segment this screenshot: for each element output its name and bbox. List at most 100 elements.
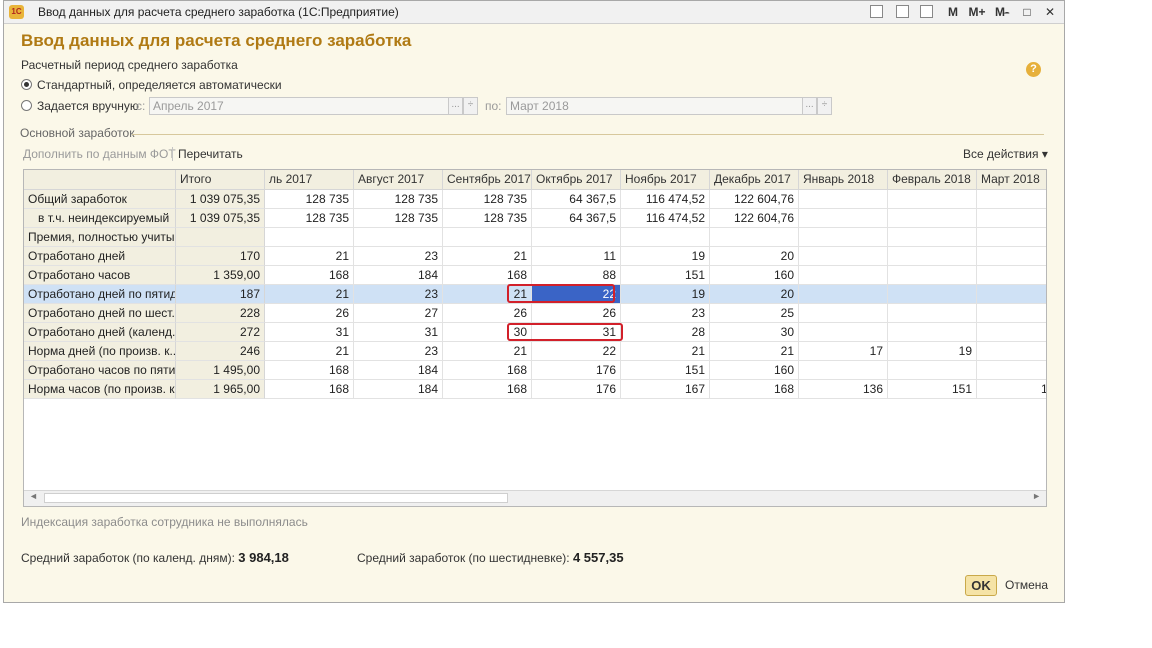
table-cell[interactable]: 167: [621, 380, 710, 399]
table-cell[interactable]: 28: [621, 323, 710, 342]
table-cell[interactable]: [799, 266, 888, 285]
fill-fot-link[interactable]: Дополнить по данным ФОТ: [23, 147, 176, 161]
table-cell[interactable]: 184: [354, 361, 443, 380]
table-cell[interactable]: 168: [443, 361, 532, 380]
table-cell[interactable]: 19: [888, 342, 977, 361]
row-label[interactable]: Отработано часов: [24, 266, 176, 285]
column-header[interactable]: Декабрь 2017: [710, 170, 799, 190]
table-cell[interactable]: 168: [443, 380, 532, 399]
recalc-link[interactable]: Перечитать: [178, 147, 243, 161]
table-cell[interactable]: [799, 190, 888, 209]
table-cell[interactable]: 184: [354, 266, 443, 285]
scroll-thumb[interactable]: [44, 493, 508, 503]
table-cell[interactable]: [443, 228, 532, 247]
column-header-total[interactable]: Итого: [176, 170, 265, 190]
table-cell[interactable]: 176: [532, 380, 621, 399]
table-cell[interactable]: [977, 209, 1046, 228]
table-cell[interactable]: [888, 323, 977, 342]
row-total[interactable]: 1 039 075,35: [176, 190, 265, 209]
favorites-star-icon[interactable]: [870, 5, 883, 18]
row-total[interactable]: 1 039 075,35: [176, 209, 265, 228]
table-cell[interactable]: [888, 209, 977, 228]
table-cell[interactable]: 27: [354, 304, 443, 323]
table-cell[interactable]: 184: [354, 380, 443, 399]
ok-button[interactable]: OK: [965, 575, 997, 596]
maximize-button[interactable]: □: [1019, 3, 1035, 21]
table-cell[interactable]: 116 474,52: [621, 190, 710, 209]
table-cell[interactable]: [888, 228, 977, 247]
table-cell[interactable]: [888, 190, 977, 209]
table-cell[interactable]: 23: [354, 285, 443, 304]
table-cell[interactable]: [977, 266, 1046, 285]
table-cell[interactable]: 128 735: [443, 190, 532, 209]
table-cell[interactable]: 21: [621, 342, 710, 361]
help-icon[interactable]: ?: [1026, 62, 1041, 77]
column-header[interactable]: Октябрь 2017: [532, 170, 621, 190]
table-cell[interactable]: 116 474,52: [621, 209, 710, 228]
table-cell[interactable]: [799, 247, 888, 266]
table-cell[interactable]: 31: [354, 323, 443, 342]
table-cell[interactable]: [888, 266, 977, 285]
from-picker-button[interactable]: ...: [448, 97, 463, 115]
table-cell[interactable]: [888, 361, 977, 380]
minimize-button[interactable]: –: [998, 3, 1014, 21]
scroll-right-icon[interactable]: ►: [1032, 491, 1041, 501]
table-cell[interactable]: 128 735: [443, 209, 532, 228]
table-cell[interactable]: 21: [265, 247, 354, 266]
row-label[interactable]: Отработано дней: [24, 247, 176, 266]
table-cell[interactable]: 19: [621, 285, 710, 304]
row-label[interactable]: Отработано часов по пяти...: [24, 361, 176, 380]
table-cell[interactable]: 151: [888, 380, 977, 399]
table-cell[interactable]: 21: [443, 247, 532, 266]
table-cell[interactable]: [532, 228, 621, 247]
table-cell[interactable]: 151: [621, 266, 710, 285]
table-cell[interactable]: 17: [799, 342, 888, 361]
column-header[interactable]: Ноябрь 2017: [621, 170, 710, 190]
cancel-button[interactable]: Отмена: [1005, 578, 1048, 592]
table-cell[interactable]: [977, 323, 1046, 342]
row-label[interactable]: Премия, полностью учиты...: [24, 228, 176, 247]
row-label[interactable]: Отработано дней по пятид...: [24, 285, 176, 304]
table-cell[interactable]: 128 735: [354, 209, 443, 228]
column-header[interactable]: Август 2017: [354, 170, 443, 190]
table-cell[interactable]: 64 367,5: [532, 190, 621, 209]
table-cell[interactable]: 26: [265, 304, 354, 323]
to-spin-button[interactable]: ÷: [817, 97, 832, 115]
table-cell[interactable]: 122 604,76: [710, 190, 799, 209]
table-cell[interactable]: 160: [710, 361, 799, 380]
table-cell[interactable]: [977, 361, 1046, 380]
table-cell[interactable]: 136: [799, 380, 888, 399]
table-cell[interactable]: [799, 209, 888, 228]
table-cell[interactable]: 88: [532, 266, 621, 285]
table-cell[interactable]: [977, 247, 1046, 266]
table-cell[interactable]: [799, 228, 888, 247]
table-cell[interactable]: [354, 228, 443, 247]
close-button[interactable]: ✕: [1042, 3, 1058, 21]
row-total[interactable]: 1 359,00: [176, 266, 265, 285]
table-cell[interactable]: 168: [265, 266, 354, 285]
table-cell[interactable]: [799, 361, 888, 380]
table-cell[interactable]: [977, 285, 1046, 304]
row-total[interactable]: 272: [176, 323, 265, 342]
table-cell[interactable]: 21: [265, 342, 354, 361]
table-cell[interactable]: 21: [265, 285, 354, 304]
table-cell[interactable]: 168: [265, 361, 354, 380]
row-total[interactable]: 1 965,00: [176, 380, 265, 399]
table-cell[interactable]: [888, 304, 977, 323]
table-cell[interactable]: 168: [265, 380, 354, 399]
scroll-left-icon[interactable]: ◄: [29, 491, 38, 501]
table-cell[interactable]: [977, 304, 1046, 323]
period-from-field[interactable]: Апрель 2017: [149, 97, 449, 115]
column-header[interactable]: Январь 2018: [799, 170, 888, 190]
row-total[interactable]: [176, 228, 265, 247]
table-cell[interactable]: [888, 285, 977, 304]
from-spin-button[interactable]: ÷: [463, 97, 478, 115]
table-cell[interactable]: 21: [710, 342, 799, 361]
radio-auto[interactable]: [21, 79, 32, 90]
row-total[interactable]: 228: [176, 304, 265, 323]
table-cell[interactable]: [977, 228, 1046, 247]
table-cell[interactable]: [888, 247, 977, 266]
to-picker-button[interactable]: ...: [802, 97, 817, 115]
table-cell[interactable]: 128 735: [265, 190, 354, 209]
column-header[interactable]: Март 2018: [977, 170, 1046, 190]
